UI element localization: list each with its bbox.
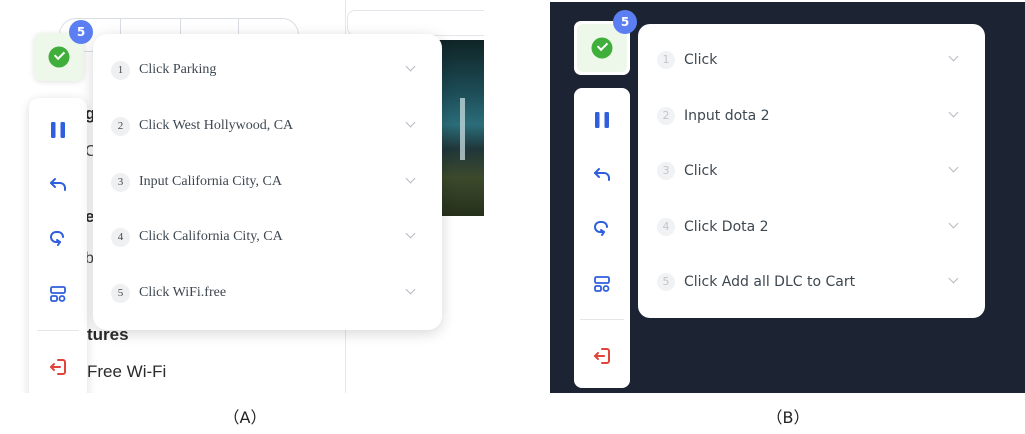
step-number: 1 — [657, 51, 675, 69]
caption-a: （A） — [223, 408, 267, 427]
chevron-down-icon[interactable] — [405, 228, 416, 239]
chevron-down-icon[interactable] — [405, 173, 416, 184]
step-item[interactable]: 2 Input dota 2 — [638, 94, 985, 138]
chevron-down-icon[interactable] — [948, 51, 959, 62]
step-number: 2 — [111, 116, 130, 136]
step-item[interactable]: 4 Click California City, CA — [93, 215, 442, 259]
step-item[interactable]: 3 Click — [638, 149, 985, 193]
undo-icon — [50, 178, 66, 191]
undo-button[interactable] — [29, 165, 87, 205]
redo-icon — [594, 221, 608, 236]
step-number: 3 — [657, 162, 675, 180]
step-label: Click Parking — [139, 62, 217, 77]
check-icon — [48, 46, 70, 68]
amenity-free-wifi: Free Wi-Fi — [87, 362, 167, 381]
chevron-down-icon[interactable] — [405, 117, 416, 128]
chevron-down-icon[interactable] — [948, 162, 959, 173]
step-item[interactable]: 5 Click Add all DLC to Cart — [638, 260, 985, 304]
exit-button[interactable] — [29, 347, 87, 387]
caption-b: （B） — [766, 408, 810, 427]
undo-button[interactable] — [574, 155, 630, 195]
step-label: Click California City, CA — [139, 229, 283, 244]
step-label: Input California City, CA — [139, 174, 282, 189]
step-number: 1 — [111, 60, 130, 80]
step-item[interactable]: 2 Click West Hollywood, CA — [93, 104, 442, 148]
background-card — [347, 10, 484, 36]
exit-button[interactable] — [574, 336, 630, 376]
step-number: 4 — [657, 218, 675, 236]
check-icon — [591, 37, 613, 59]
toolbar-divider — [580, 319, 624, 320]
redo-icon — [50, 231, 64, 246]
steps-panel: 1 Click 2 Input dota 2 3 Click 4 Click D… — [638, 24, 985, 318]
step-number: 2 — [657, 107, 675, 125]
redo-button[interactable] — [29, 219, 87, 259]
step-item[interactable]: 3 Input California City, CA — [93, 160, 442, 204]
agent-toolbar — [574, 88, 630, 388]
step-label: Click West Hollywood, CA — [139, 118, 294, 133]
step-item[interactable]: 4 Click Dota 2 — [638, 205, 985, 249]
layout-icon — [594, 276, 610, 292]
screenshot-panel-b: 5 1 Click 2 Input dota 2 3 Click 4 Click… — [550, 2, 1025, 393]
layout-button[interactable] — [574, 264, 630, 304]
step-number: 3 — [111, 172, 130, 192]
layout-button[interactable] — [29, 274, 87, 314]
pause-icon — [51, 122, 65, 138]
screenshot-panel-a: g C e b tures Free Wi-Fi 5 1 Click Parki… — [7, 0, 484, 393]
step-label: Input dota 2 — [684, 108, 770, 124]
toolbar-divider — [37, 330, 79, 331]
step-label: Click — [684, 52, 718, 68]
step-number: 4 — [111, 227, 130, 247]
redo-button[interactable] — [574, 209, 630, 249]
chevron-down-icon[interactable] — [948, 107, 959, 118]
steps-panel: 1 Click Parking 2 Click West Hollywood, … — [93, 34, 442, 330]
step-label: Click — [684, 163, 718, 179]
chevron-down-icon[interactable] — [948, 218, 959, 229]
step-number: 5 — [657, 273, 675, 291]
undo-icon — [594, 168, 610, 181]
step-label: Click Add all DLC to Cart — [684, 274, 856, 290]
step-number: 5 — [111, 283, 130, 303]
pause-icon — [595, 112, 609, 128]
exit-icon — [594, 348, 610, 364]
exit-icon — [50, 359, 66, 375]
step-count-badge: 5 — [613, 10, 637, 34]
step-item[interactable]: 5 Click WiFi.free — [93, 271, 442, 315]
layout-icon — [50, 286, 66, 302]
chevron-down-icon[interactable] — [948, 273, 959, 284]
step-label: Click Dota 2 — [684, 219, 769, 235]
pause-button[interactable] — [574, 100, 630, 140]
step-label: Click WiFi.free — [139, 285, 227, 300]
step-count-badge: 5 — [69, 20, 93, 44]
pause-button[interactable] — [29, 110, 87, 150]
chevron-down-icon[interactable] — [405, 61, 416, 72]
chevron-down-icon[interactable] — [405, 284, 416, 295]
agent-toolbar — [29, 98, 87, 393]
step-item[interactable]: 1 Click Parking — [93, 48, 442, 92]
step-item[interactable]: 1 Click — [638, 38, 985, 82]
